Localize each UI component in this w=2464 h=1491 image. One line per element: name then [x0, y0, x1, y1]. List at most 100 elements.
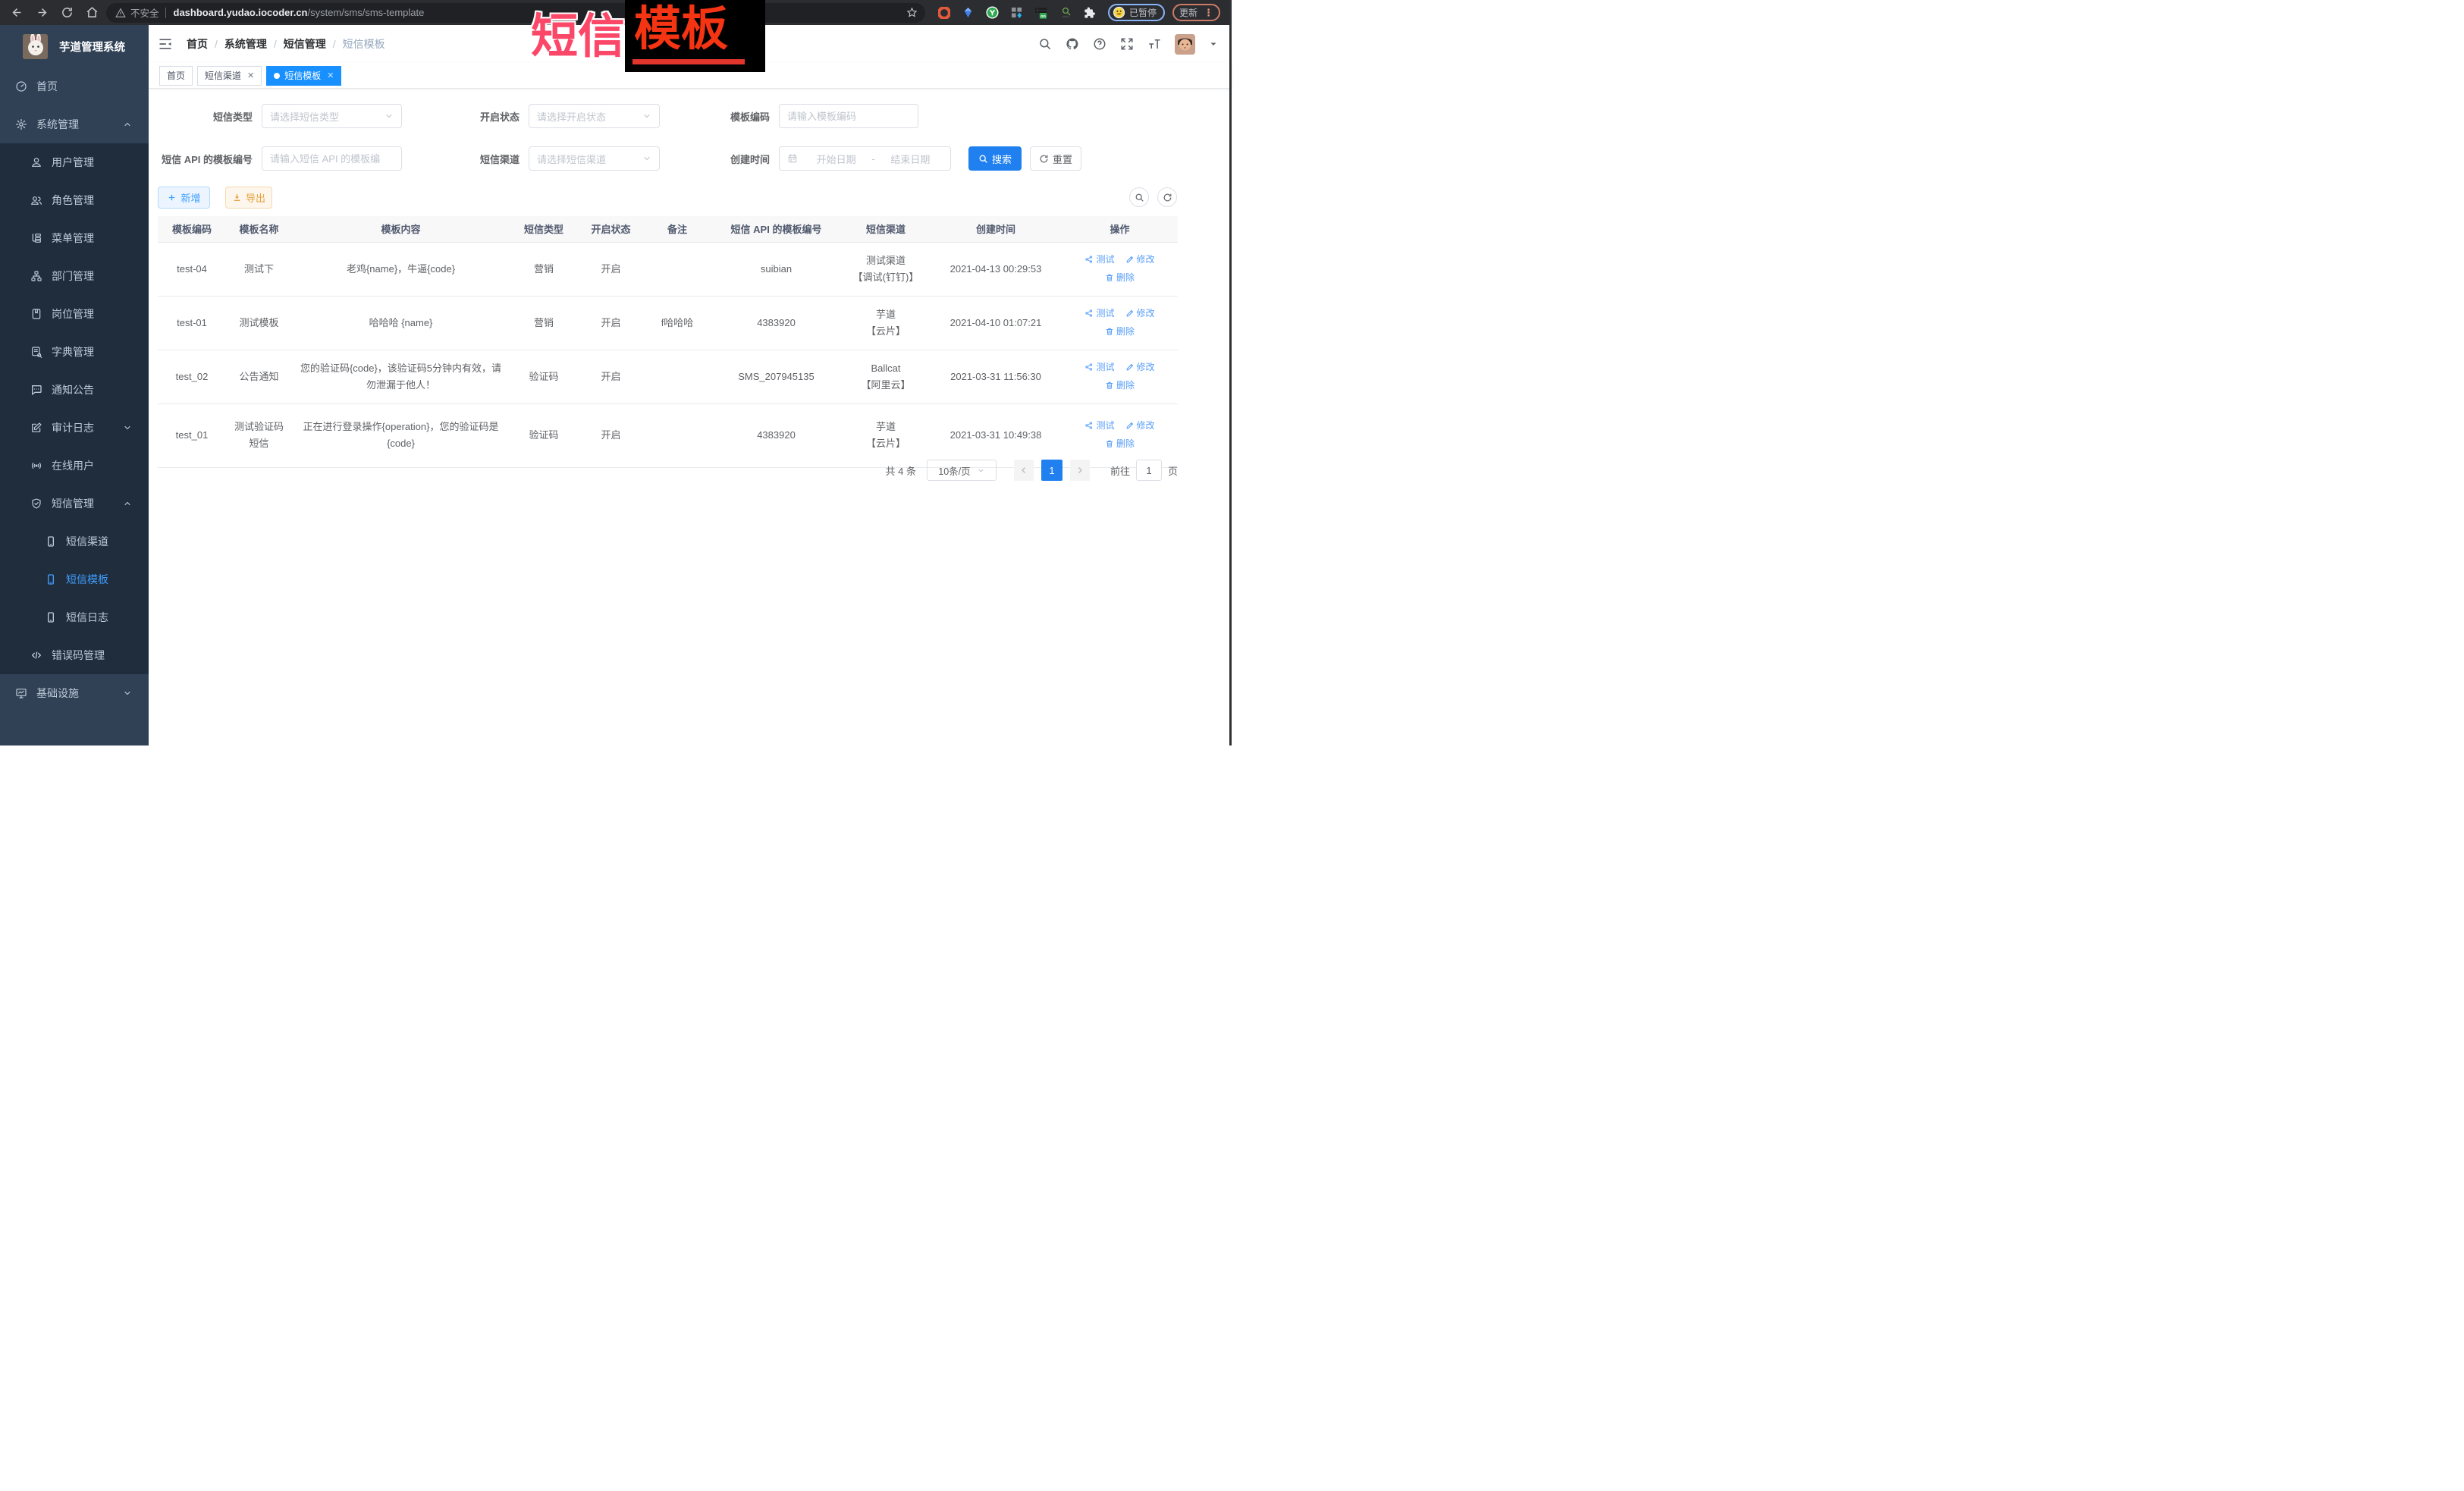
puzzle-extension[interactable] [1083, 6, 1096, 19]
table-row: test_02公告通知您的验证码{code}，该验证码5分钟内有效，请勿泄漏于他… [158, 350, 1178, 403]
tab-close-icon[interactable]: ✕ [327, 71, 334, 80]
cell-api_id: 4383920 [711, 403, 842, 467]
sidebar-item-system[interactable]: 系统管理 [0, 105, 149, 143]
sidebar-item-error-code[interactable]: 错误码管理 [0, 636, 149, 674]
cell-code: test_01 [158, 403, 226, 467]
delete-action-link[interactable]: 删除 [1105, 323, 1135, 340]
tab-首页[interactable]: 首页 [159, 66, 193, 86]
test-action-link-label: 测试 [1096, 251, 1114, 268]
browser-update-button[interactable]: 更新 ⋮ [1172, 4, 1220, 21]
sidebar-item-post[interactable]: 岗位管理 [0, 295, 149, 333]
green-y-extension[interactable] [986, 6, 999, 19]
prev-page-button[interactable] [1014, 460, 1034, 481]
sidebar-fold-icon[interactable] [158, 36, 173, 52]
edit-action-link[interactable]: 修改 [1125, 251, 1155, 268]
sidebar-item-dict[interactable]: 字典管理 [0, 333, 149, 371]
test-action-link-label: 测试 [1096, 417, 1114, 434]
api-tpl-id-input[interactable] [262, 146, 402, 171]
app-logo-row[interactable]: 芋道管理系统 [0, 25, 149, 67]
user-avatar[interactable] [1175, 34, 1195, 55]
sidebar-item-role[interactable]: 角色管理 [0, 181, 149, 219]
api-tpl-id-text-input[interactable] [270, 153, 394, 165]
tab-close-icon[interactable]: ✕ [247, 71, 254, 80]
table-refresh-button[interactable] [1157, 187, 1177, 207]
sidebar-item-home[interactable]: 首页 [0, 67, 149, 105]
edit-action-link[interactable]: 修改 [1125, 417, 1155, 434]
edit-action-link[interactable]: 修改 [1125, 359, 1155, 375]
sidebar-item-menu[interactable]: 菜单管理 [0, 219, 149, 257]
browser-menu-icon[interactable]: ⋮ [1204, 8, 1213, 17]
date-end-placeholder[interactable]: 结束日期 [878, 152, 943, 166]
sidebar-item-dept[interactable]: 部门管理 [0, 257, 149, 295]
forward-icon[interactable] [36, 6, 49, 19]
reset-button[interactable]: 重置 [1030, 146, 1081, 171]
next-page-button[interactable] [1070, 460, 1090, 481]
sidebar-item-notice[interactable]: 通知公告 [0, 371, 149, 409]
breadcrumb-item[interactable]: 短信管理 [284, 36, 326, 52]
cell-api_id: SMS_207945135 [711, 350, 842, 403]
profile-paused-chip[interactable]: 已暂停 [1108, 4, 1165, 21]
fullscreen-icon[interactable] [1120, 37, 1134, 51]
spy-extension[interactable] [1059, 6, 1072, 19]
search-button[interactable]: 搜索 [968, 146, 1022, 171]
blue-pin-extension[interactable] [962, 6, 975, 19]
home-icon[interactable] [86, 6, 99, 19]
delete-action-link[interactable]: 删除 [1105, 269, 1135, 286]
page-number-1[interactable]: 1 [1041, 460, 1063, 481]
list-on-extension[interactable]: on [1034, 6, 1047, 19]
sidebar-item-audit[interactable]: 审计日志 [0, 409, 149, 447]
share-icon [1084, 363, 1094, 372]
bookmark-star-icon[interactable] [906, 7, 918, 18]
sidebar-item-sms-log[interactable]: 短信日志 [0, 598, 149, 636]
pencil-icon [1125, 309, 1135, 318]
sidebar-item-sms[interactable]: 短信管理 [0, 485, 149, 523]
test-action-link[interactable]: 测试 [1084, 251, 1114, 268]
tpl-code-input[interactable] [779, 104, 918, 128]
open-status-select[interactable]: 请选择开启状态 [529, 104, 660, 128]
table-search-toggle-button[interactable] [1129, 187, 1149, 207]
sidebar-item-label: 用户管理 [52, 155, 94, 170]
date-start-placeholder[interactable]: 开始日期 [804, 152, 868, 166]
sidebar-item-infra[interactable]: 基础设施 [0, 674, 149, 712]
page-size-select[interactable]: 10条/页 [927, 460, 997, 481]
cell-content: 正在进行登录操作{operation}，您的验证码是{code} [292, 403, 510, 467]
search-button-label: 搜索 [992, 152, 1012, 166]
font-size-icon[interactable] [1147, 37, 1161, 51]
reload-icon[interactable] [61, 6, 74, 19]
edit-action-link[interactable]: 修改 [1125, 305, 1155, 322]
column-header-1: 模板名称 [226, 216, 292, 242]
url-bar[interactable]: 不安全 dashboard.yudao.iocoder.cn/system/sm… [106, 3, 925, 23]
avatar-caret-icon[interactable] [1209, 39, 1218, 49]
data-table: 模板编码模板名称模板内容短信类型开启状态备注短信 API 的模板编号短信渠道创建… [158, 216, 1178, 468]
cell-remark: f哈哈哈 [644, 296, 711, 350]
test-action-link[interactable]: 测试 [1084, 305, 1114, 322]
sidebar-item-user[interactable]: 用户管理 [0, 143, 149, 181]
delete-action-link[interactable]: 删除 [1105, 435, 1135, 452]
add-button[interactable]: 新增 [158, 187, 210, 209]
help-icon[interactable] [1093, 37, 1106, 51]
test-action-link[interactable]: 测试 [1084, 359, 1114, 375]
extension-icons: on [937, 6, 1096, 19]
sidebar-item-sms-channel[interactable]: 短信渠道 [0, 523, 149, 560]
tab-短信渠道[interactable]: 短信渠道✕ [197, 66, 262, 86]
grid-extension[interactable] [1010, 6, 1023, 19]
export-button[interactable]: 导出 [225, 187, 272, 209]
filter-item-open-status: 开启状态请选择开启状态 [417, 104, 660, 128]
search-icon[interactable] [1038, 37, 1052, 51]
chevron-right-icon [1075, 466, 1084, 475]
breadcrumb-item[interactable]: 首页 [187, 36, 208, 52]
test-action-link[interactable]: 测试 [1084, 417, 1114, 434]
sidebar-item-sms-template[interactable]: 短信模板 [0, 560, 149, 598]
sms-type-select[interactable]: 请选择短信类型 [262, 104, 402, 128]
github-icon[interactable] [1066, 37, 1079, 51]
goto-page-input[interactable] [1136, 460, 1162, 481]
orange-ring-extension[interactable] [937, 6, 950, 19]
tab-短信模板[interactable]: 短信模板✕ [266, 66, 341, 86]
tpl-code-text-input[interactable] [787, 111, 910, 122]
back-icon[interactable] [11, 6, 24, 19]
breadcrumb-item[interactable]: 系统管理 [224, 36, 267, 52]
sms-channel-select[interactable]: 请选择短信渠道 [529, 146, 660, 171]
create-time-daterange[interactable]: 开始日期-结束日期 [779, 146, 951, 171]
sidebar-item-online[interactable]: 在线用户 [0, 447, 149, 485]
delete-action-link[interactable]: 删除 [1105, 377, 1135, 394]
